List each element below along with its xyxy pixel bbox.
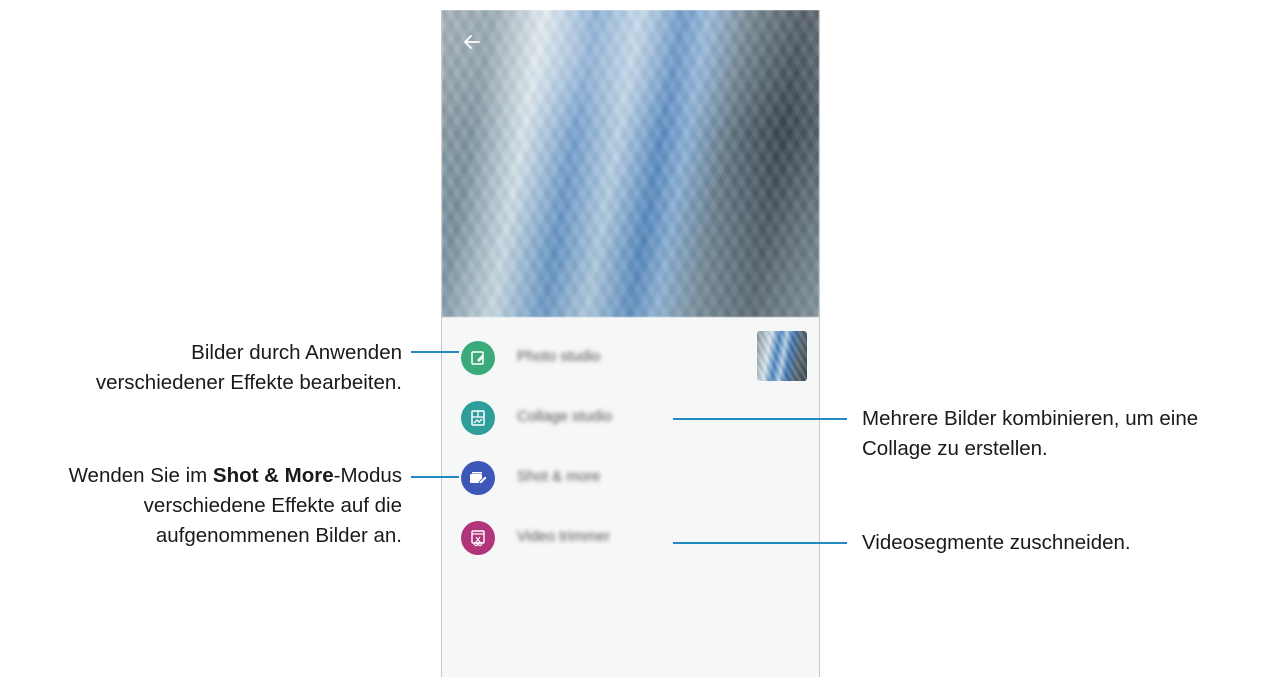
annotation-photo-studio-line1: Bilder durch Anwenden — [191, 341, 402, 364]
menu-label-collage-studio: Collage studio — [517, 408, 613, 425]
annotation-collage-line2: Collage zu erstellen. — [862, 437, 1048, 460]
video-trim-icon — [461, 521, 495, 555]
back-button[interactable] — [458, 28, 486, 56]
callout-line-shot-more — [411, 476, 459, 478]
annotation-shot-more-line3: aufgenommenen Bilder an. — [155, 524, 402, 547]
annotation-shot-more-mode: Shot & More — [212, 464, 334, 487]
annotation-photo-studio-line2: verschiedener Effekte bearbeiten. — [95, 371, 402, 394]
callout-line-photo-studio — [411, 351, 459, 353]
menu-label-video-trimmer: Video trimmer — [517, 528, 611, 545]
annotation-collage: Mehrere Bilder kombinieren, um eine Coll… — [862, 404, 1198, 464]
annotation-shot-more-prefix: Wenden Sie im — [68, 464, 213, 487]
photo-edit-icon — [461, 341, 495, 375]
annotation-video: Videosegmente zuschneiden. — [862, 528, 1131, 558]
menu-label-shot-more: Shot & more — [517, 468, 601, 485]
menu-item-video-trimmer[interactable]: Video trimmer — [442, 513, 819, 563]
callout-line-video — [673, 542, 847, 544]
annotation-shot-more: Wenden Sie im Shot & More-Modus verschie… — [69, 461, 402, 551]
phone-screen: Photo studio Collage studio Shot & more … — [441, 10, 820, 677]
annotation-collage-line1: Mehrere Bilder kombinieren, um eine — [862, 407, 1199, 430]
menu-label-photo-studio: Photo studio — [517, 348, 601, 365]
annotation-photo-studio: Bilder durch Anwenden verschiedener Effe… — [96, 338, 402, 398]
header-image — [442, 10, 819, 317]
annotation-shot-more-line1: Wenden Sie im Shot & More-Modus — [69, 461, 402, 491]
annotation-shot-more-line2: verschiedene Effekte auf die — [143, 494, 402, 517]
annotation-shot-more-suffix: -Modus — [333, 464, 402, 487]
shot-more-icon — [461, 461, 495, 495]
annotation-video-line1: Videosegmente zuschneiden. — [862, 531, 1131, 554]
menu-item-shot-more[interactable]: Shot & more — [442, 453, 819, 503]
callout-line-collage — [673, 418, 847, 420]
collage-icon — [461, 401, 495, 435]
arrow-left-icon — [464, 35, 480, 49]
recent-photo-thumbnail[interactable] — [757, 331, 807, 381]
